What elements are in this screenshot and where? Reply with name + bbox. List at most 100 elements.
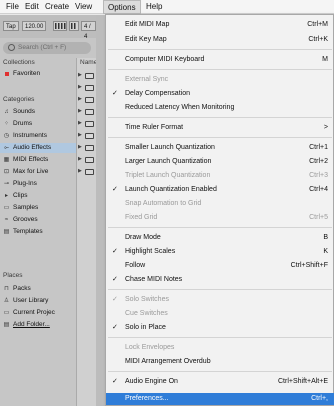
menu-file[interactable]: File xyxy=(2,0,23,14)
red-tag-icon xyxy=(3,71,10,77)
plug-in-icon: ⊸ xyxy=(3,181,10,187)
sidebar-item-label: User Library xyxy=(13,297,49,304)
tap-button[interactable]: Tap xyxy=(3,21,19,31)
sidebar-item-label: MIDI Effects xyxy=(13,156,49,163)
menu-item-label: Cue Switches xyxy=(125,310,168,317)
chevron-right-icon: ▶ xyxy=(78,144,82,150)
menu-item-larger-quantization[interactable]: Larger Launch Quantization Ctrl+2 xyxy=(106,155,334,168)
sidebar-item-drums[interactable]: ⁘ Drums xyxy=(0,119,76,129)
sidebar-item-packs[interactable]: ⊓ Packs xyxy=(0,284,76,294)
sidebar-item-label: Favoriten xyxy=(13,70,41,77)
menu-item-label: Highlight Scales xyxy=(125,248,176,255)
chevron-right-icon: ▶ xyxy=(78,156,82,162)
sidebar-item-templates[interactable]: ▤ Templates xyxy=(0,227,76,237)
folder-icon xyxy=(85,97,94,103)
menu-item-triplet-quantization: Triplet Launch Quantization Ctrl+3 xyxy=(106,169,334,182)
sidebar-item-grooves[interactable]: ≈ Grooves xyxy=(0,215,76,225)
folder-row[interactable]: ▶ xyxy=(77,142,97,154)
menu-item-solo-in-place[interactable]: ✓ Solo in Place xyxy=(106,321,334,334)
menu-item-shortcut: Ctrl+5 xyxy=(309,214,328,221)
menu-item-label: Lock Envelopes xyxy=(125,344,175,351)
menu-view[interactable]: View xyxy=(71,0,96,14)
menu-item-label: Solo in Place xyxy=(125,324,166,331)
menu-item-audio-engine-on[interactable]: ✓ Audio Engine On Ctrl+Shift+Alt+E xyxy=(106,375,334,388)
menu-item-shortcut: Ctrl+4 xyxy=(309,186,328,193)
sidebar-item-clips[interactable]: ▸ Clips xyxy=(0,191,76,201)
folder-row[interactable]: ▶ xyxy=(77,118,97,130)
menu-item-label: Delay Compensation xyxy=(125,90,190,97)
sidebar-item-current-project[interactable]: ▭ Current Projec xyxy=(0,308,76,318)
midi-effects-icon: ▦ xyxy=(3,157,10,163)
folder-row[interactable]: ▶ xyxy=(77,154,97,166)
menu-item-preferences[interactable]: Preferences... Ctrl+, xyxy=(106,393,334,405)
menu-separator xyxy=(108,137,332,138)
folder-row[interactable]: ▶ xyxy=(77,106,97,118)
checkmark-icon: ✓ xyxy=(112,378,118,385)
sidebar-item-instruments[interactable]: ◷ Instruments xyxy=(0,131,76,141)
menu-create[interactable]: Create xyxy=(41,0,73,14)
instruments-icon: ◷ xyxy=(3,133,10,139)
folder-row[interactable]: ▶ xyxy=(77,82,97,94)
menu-item-time-ruler-format[interactable]: Time Ruler Format > xyxy=(106,121,334,134)
packs-icon: ⊓ xyxy=(4,286,9,292)
menu-separator xyxy=(108,371,332,372)
browser-search[interactable]: Search (Ctrl + F) xyxy=(3,42,91,54)
menu-help[interactable]: Help xyxy=(142,0,166,14)
menu-item-snap-automation: Snap Automation to Grid xyxy=(106,197,334,210)
collections-header: Collections xyxy=(3,59,35,66)
tempo-field[interactable]: 120.00 xyxy=(22,21,47,31)
sidebar-item-audio-effects[interactable]: ⟜ Audio Effects xyxy=(0,143,76,153)
name-column-header: Name xyxy=(80,59,98,66)
folder-icon xyxy=(85,133,94,139)
menu-item-edit-midi-map[interactable]: Edit MIDI Map Ctrl+M xyxy=(106,18,334,31)
folder-icon xyxy=(85,145,94,151)
menu-item-computer-midi-keyboard[interactable]: Computer MIDI Keyboard M xyxy=(106,53,334,66)
menu-item-label: Audio Engine On xyxy=(125,378,178,385)
chevron-right-icon: ▶ xyxy=(78,84,82,90)
menu-item-shortcut: B xyxy=(323,234,328,241)
checkmark-icon: ✓ xyxy=(112,324,118,331)
menu-item-delay-compensation[interactable]: ✓ Delay Compensation xyxy=(106,87,334,100)
menu-item-label: Launch Quantization Enabled xyxy=(125,186,217,193)
menu-item-chase-midi-notes[interactable]: ✓ Chase MIDI Notes xyxy=(106,273,334,286)
folder-row[interactable]: ▶ xyxy=(77,94,97,106)
sidebar-item-max-for-live[interactable]: ⊡ Max for Live xyxy=(0,167,76,177)
categories-title: Categories xyxy=(3,96,35,103)
sidebar-item-label: Instruments xyxy=(13,132,47,139)
menu-item-reduced-latency[interactable]: Reduced Latency When Monitoring xyxy=(106,101,334,114)
metronome-icon[interactable] xyxy=(53,21,67,31)
menu-edit[interactable]: Edit xyxy=(21,0,43,14)
sidebar-item-plug-ins[interactable]: ⊸ Plug-Ins xyxy=(0,179,76,189)
menu-item-edit-key-map[interactable]: Edit Key Map Ctrl+K xyxy=(106,33,334,46)
time-signature-field[interactable]: 4 / 4 xyxy=(81,21,96,40)
folder-row[interactable]: ▶ xyxy=(77,70,97,82)
sidebar-item-midi-effects[interactable]: ▦ MIDI Effects xyxy=(0,155,76,165)
folder-row[interactable]: ▶ xyxy=(77,130,97,142)
menu-item-follow[interactable]: Follow Ctrl+Shift+F xyxy=(106,259,334,272)
menu-item-smaller-quantization[interactable]: Smaller Launch Quantization Ctrl+1 xyxy=(106,141,334,154)
folder-icon xyxy=(85,85,94,91)
menu-item-highlight-scales[interactable]: ✓ Highlight Scales K xyxy=(106,245,334,258)
menu-item-shortcut: M xyxy=(322,56,328,63)
sidebar-item-label: Templates xyxy=(13,228,43,235)
chevron-right-icon: ▶ xyxy=(78,72,82,78)
menu-item-launch-quantization-enabled[interactable]: ✓ Launch Quantization Enabled Ctrl+4 xyxy=(106,183,334,196)
add-folder-link[interactable]: ▤ Add Folder... xyxy=(0,320,76,330)
sidebar-item-sounds[interactable]: ♫ Sounds xyxy=(0,107,76,117)
menu-options[interactable]: Options xyxy=(103,0,141,14)
menu-item-shortcut: Ctrl+M xyxy=(307,21,328,28)
menu-item-label: Follow xyxy=(125,262,146,269)
folder-row[interactable]: ▶ xyxy=(77,166,97,178)
search-icon xyxy=(8,44,15,51)
menu-item-midi-arrangement-overdub[interactable]: MIDI Arrangement Overdub xyxy=(106,355,334,368)
sidebar-item-favorites[interactable]: Favoriten xyxy=(0,69,76,79)
menu-item-shortcut: Ctrl+, xyxy=(311,395,328,402)
menu-item-shortcut: Ctrl+Shift+F xyxy=(290,262,328,269)
checkmark-icon: ✓ xyxy=(112,248,118,255)
sidebar-item-samples[interactable]: ▭ Samples xyxy=(0,203,76,213)
menu-item-draw-mode[interactable]: Draw Mode B xyxy=(106,231,334,244)
sidebar-item-user-library[interactable]: ♙ User Library xyxy=(0,296,76,306)
follow-icon[interactable] xyxy=(69,21,79,31)
menu-item-lock-envelopes: Lock Envelopes xyxy=(106,341,334,354)
checkmark-icon: ✓ xyxy=(112,296,118,303)
